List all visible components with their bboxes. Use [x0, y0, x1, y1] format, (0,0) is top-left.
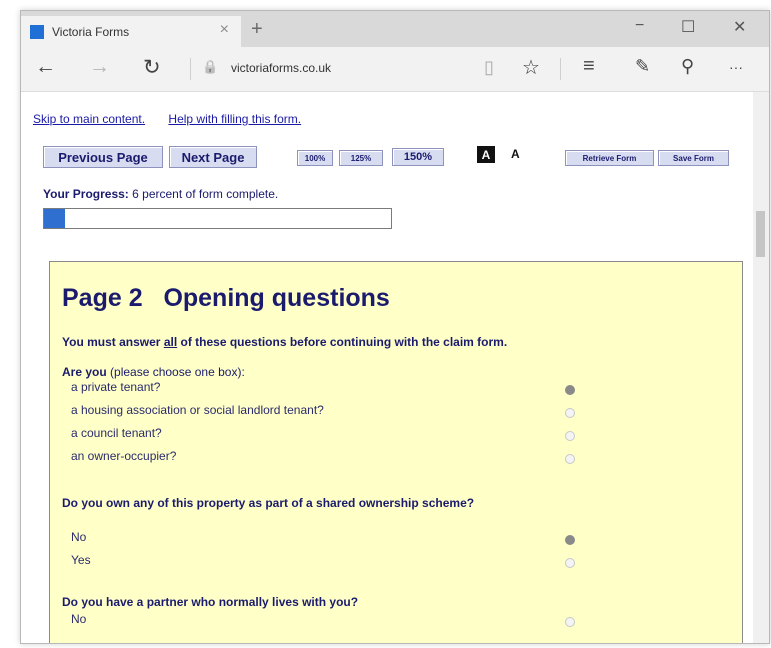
progress-bar [43, 208, 392, 229]
option-label: No [71, 612, 87, 626]
zoom-150-button[interactable]: 150% [392, 148, 444, 166]
close-tab-icon[interactable]: × [220, 21, 229, 39]
tab-victoria-forms[interactable]: Victoria Forms × [21, 16, 241, 47]
scrollbar-thumb[interactable] [756, 211, 765, 257]
favorite-star-icon[interactable]: ☆ [522, 55, 540, 80]
option-label: a private tenant? [71, 380, 161, 394]
retrieve-form-button[interactable]: Retrieve Form [565, 150, 654, 166]
progress-label: Your Progress: 6 percent of form complet… [43, 187, 278, 201]
option-label: a council tenant? [71, 426, 162, 440]
accessibility-links: Skip to main content. Help with filling … [33, 112, 321, 126]
address-toolbar: ← → ↻ 🔒 victoriaforms.co.uk ▯ ☆ ≡ ✎ ⚲ ··… [21, 47, 769, 92]
browser-window: Victoria Forms × + − ☐ ✕ ← → ↻ 🔒 victori… [20, 10, 770, 644]
lock-icon: 🔒 [202, 59, 219, 74]
question-heading-bold: Do you own any of this property as part … [62, 496, 475, 510]
option-label: an owner-occupier? [71, 449, 177, 463]
intro-text-emphasis: all [163, 335, 178, 349]
tab-bar: Victoria Forms × + − ☐ ✕ [21, 11, 769, 47]
radio-shared-ownership-yes[interactable] [565, 558, 575, 568]
next-page-button[interactable]: Next Page [169, 146, 257, 168]
save-form-button[interactable]: Save Form [658, 150, 729, 166]
zoom-100-button[interactable]: 100% [297, 150, 333, 166]
help-link[interactable]: Help with filling this form. [168, 112, 301, 126]
question-heading-bold: Do you have a partner who normally lives… [62, 595, 359, 609]
new-tab-icon[interactable]: + [251, 18, 263, 41]
address-bar-url[interactable]: victoriaforms.co.uk [231, 61, 331, 75]
radio-partner-no[interactable] [565, 617, 575, 627]
radio-private-tenant[interactable] [565, 385, 575, 395]
more-icon[interactable]: ··· [729, 59, 743, 75]
window-close-icon[interactable]: ✕ [733, 17, 746, 37]
toolbar-separator [560, 58, 561, 80]
question-tenancy-type: Are you (please choose one box): [62, 365, 562, 379]
intro-text-end: of these questions before continuing wit… [177, 335, 508, 349]
page-title: Page 2 Opening questions [62, 284, 390, 312]
page-content: Skip to main content. Help with filling … [21, 92, 753, 643]
intro-text-start: You must answer [62, 335, 164, 349]
form-instructions: You must answer all of these questions b… [62, 335, 507, 349]
question-heading-rest: (please choose one box): [106, 365, 245, 379]
progress-title: Your Progress: [43, 187, 129, 201]
reading-view-icon[interactable]: ▯ [484, 57, 494, 78]
refresh-icon[interactable]: ↻ [143, 55, 161, 80]
minimize-icon[interactable]: − [635, 17, 644, 35]
radio-owner-occupier[interactable] [565, 454, 575, 464]
zoom-125-button[interactable]: 125% [339, 150, 383, 166]
question-partner: Do you have a partner who normally lives… [62, 595, 562, 609]
forward-arrow-icon[interactable]: → [89, 55, 110, 79]
site-favicon-icon [30, 24, 44, 39]
hub-icon[interactable]: ≡ [583, 55, 595, 78]
web-note-icon[interactable]: ✎ [635, 56, 650, 77]
back-arrow-icon[interactable]: ← [35, 55, 56, 79]
previous-page-button[interactable]: Previous Page [43, 146, 163, 168]
maximize-icon[interactable]: ☐ [681, 17, 695, 37]
tab-title: Victoria Forms [52, 24, 130, 39]
option-label: Yes [71, 553, 91, 567]
question-shared-ownership: Do you own any of this property as part … [62, 496, 542, 510]
normal-contrast-button[interactable]: A [511, 146, 520, 163]
skip-to-main-link[interactable]: Skip to main content. [33, 112, 145, 126]
option-label: a housing association or social landlord… [71, 403, 324, 417]
share-icon[interactable]: ⚲ [681, 56, 694, 77]
vertical-scrollbar[interactable] [753, 92, 769, 643]
high-contrast-button[interactable]: A [477, 146, 495, 163]
question-heading-bold: Are you [62, 365, 107, 379]
progress-fill [44, 209, 65, 228]
radio-housing-association-tenant[interactable] [565, 408, 575, 418]
address-separator [190, 58, 191, 80]
progress-text: 6 percent of form complete. [132, 187, 279, 201]
form-panel: Page 2 Opening questions You must answer… [49, 261, 743, 643]
option-label: No [71, 530, 87, 544]
radio-shared-ownership-no[interactable] [565, 535, 575, 545]
radio-council-tenant[interactable] [565, 431, 575, 441]
